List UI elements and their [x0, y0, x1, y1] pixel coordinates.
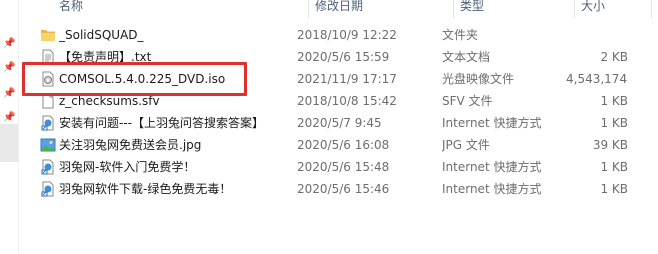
nav-pane-scrollbar-thumb[interactable]	[0, 124, 18, 162]
image-file-icon	[40, 138, 56, 152]
file-date: 2020/5/6 15:46	[297, 182, 390, 196]
file-row[interactable]: 羽兔网软件下载-绿色免费无毒！ 2020/5/6 15:46 Internet …	[34, 178, 634, 200]
file-type: SFV 文件	[442, 94, 493, 108]
pin-icon[interactable]: 📌	[3, 62, 15, 74]
file-type: Internet 快捷方式	[442, 160, 542, 174]
file-date: 2020/5/7 9:45	[297, 116, 382, 130]
file-type: JPG 文件	[442, 138, 490, 152]
file-size: 39 KB	[592, 138, 628, 152]
file-date: 2020/5/6 15:59	[297, 50, 390, 64]
internet-shortcut-icon	[41, 159, 54, 175]
file-date: 2021/11/9 17:17	[297, 72, 397, 86]
file-date: 2018/10/9 12:22	[297, 28, 397, 42]
file-type: Internet 快捷方式	[442, 116, 542, 130]
file-row[interactable]: 安装有问题---【上羽兔问答搜索答案】 2020/5/7 9:45 Intern…	[34, 112, 634, 134]
pin-icon[interactable]: 📌	[3, 38, 15, 50]
pin-icon[interactable]: 📌	[3, 88, 15, 100]
file-name: _SolidSQUAD_	[59, 28, 144, 42]
file-date: 2020/5/6 16:08	[297, 138, 390, 152]
file-size: 2 KB	[600, 50, 628, 64]
file-date: 2020/5/6 15:48	[297, 160, 390, 174]
quick-access-strip: 📌 📌 📌 📌	[0, 0, 18, 254]
column-divider[interactable]	[651, 0, 652, 18]
file-row[interactable]: 关注羽兔网免费送会员.jpg 2020/5/6 16:08 JPG 文件 39 …	[34, 134, 634, 156]
file-row[interactable]: _SolidSQUAD_ 2018/10/9 12:22 文件夹	[34, 24, 634, 46]
file-date: 2018/10/8 15:42	[297, 94, 397, 108]
file-size: 4,543,174...	[566, 72, 628, 86]
pin-icon[interactable]: 📌	[3, 112, 15, 124]
file-type: 文本文档	[442, 50, 491, 64]
file-size	[566, 24, 628, 46]
file-row[interactable]: 羽兔网-软件入门免费学！ 2020/5/6 15:48 Internet 快捷方…	[34, 156, 634, 178]
file-name: 关注羽兔网免费送会员.jpg	[59, 138, 202, 152]
column-header-date[interactable]: 修改日期	[309, 0, 453, 16]
column-header-type[interactable]: 类型	[454, 0, 574, 16]
file-name: 羽兔网软件下载-绿色免费无毒！	[59, 182, 232, 196]
file-name: 安装有问题---【上羽兔问答搜索答案】	[59, 116, 264, 130]
file-size: 1 KB	[600, 160, 628, 174]
highlight-box	[22, 62, 247, 96]
file-name: 羽兔网-软件入门免费学！	[59, 160, 196, 174]
file-type: 光盘映像文件	[442, 72, 515, 86]
file-type: 文件夹	[442, 28, 479, 42]
column-header-size[interactable]: 大小	[575, 0, 655, 16]
column-header-name[interactable]: 名称	[53, 0, 308, 16]
internet-shortcut-icon	[41, 181, 54, 197]
pane-divider	[18, 0, 19, 254]
file-type: Internet 快捷方式	[442, 182, 542, 196]
internet-shortcut-icon	[41, 115, 54, 131]
file-size: 1 KB	[600, 94, 628, 108]
column-header: 名称 修改日期 类型 大小	[19, 0, 658, 18]
file-size: 1 KB	[600, 116, 628, 130]
folder-icon	[41, 30, 55, 41]
file-size: 1 KB	[600, 182, 628, 196]
